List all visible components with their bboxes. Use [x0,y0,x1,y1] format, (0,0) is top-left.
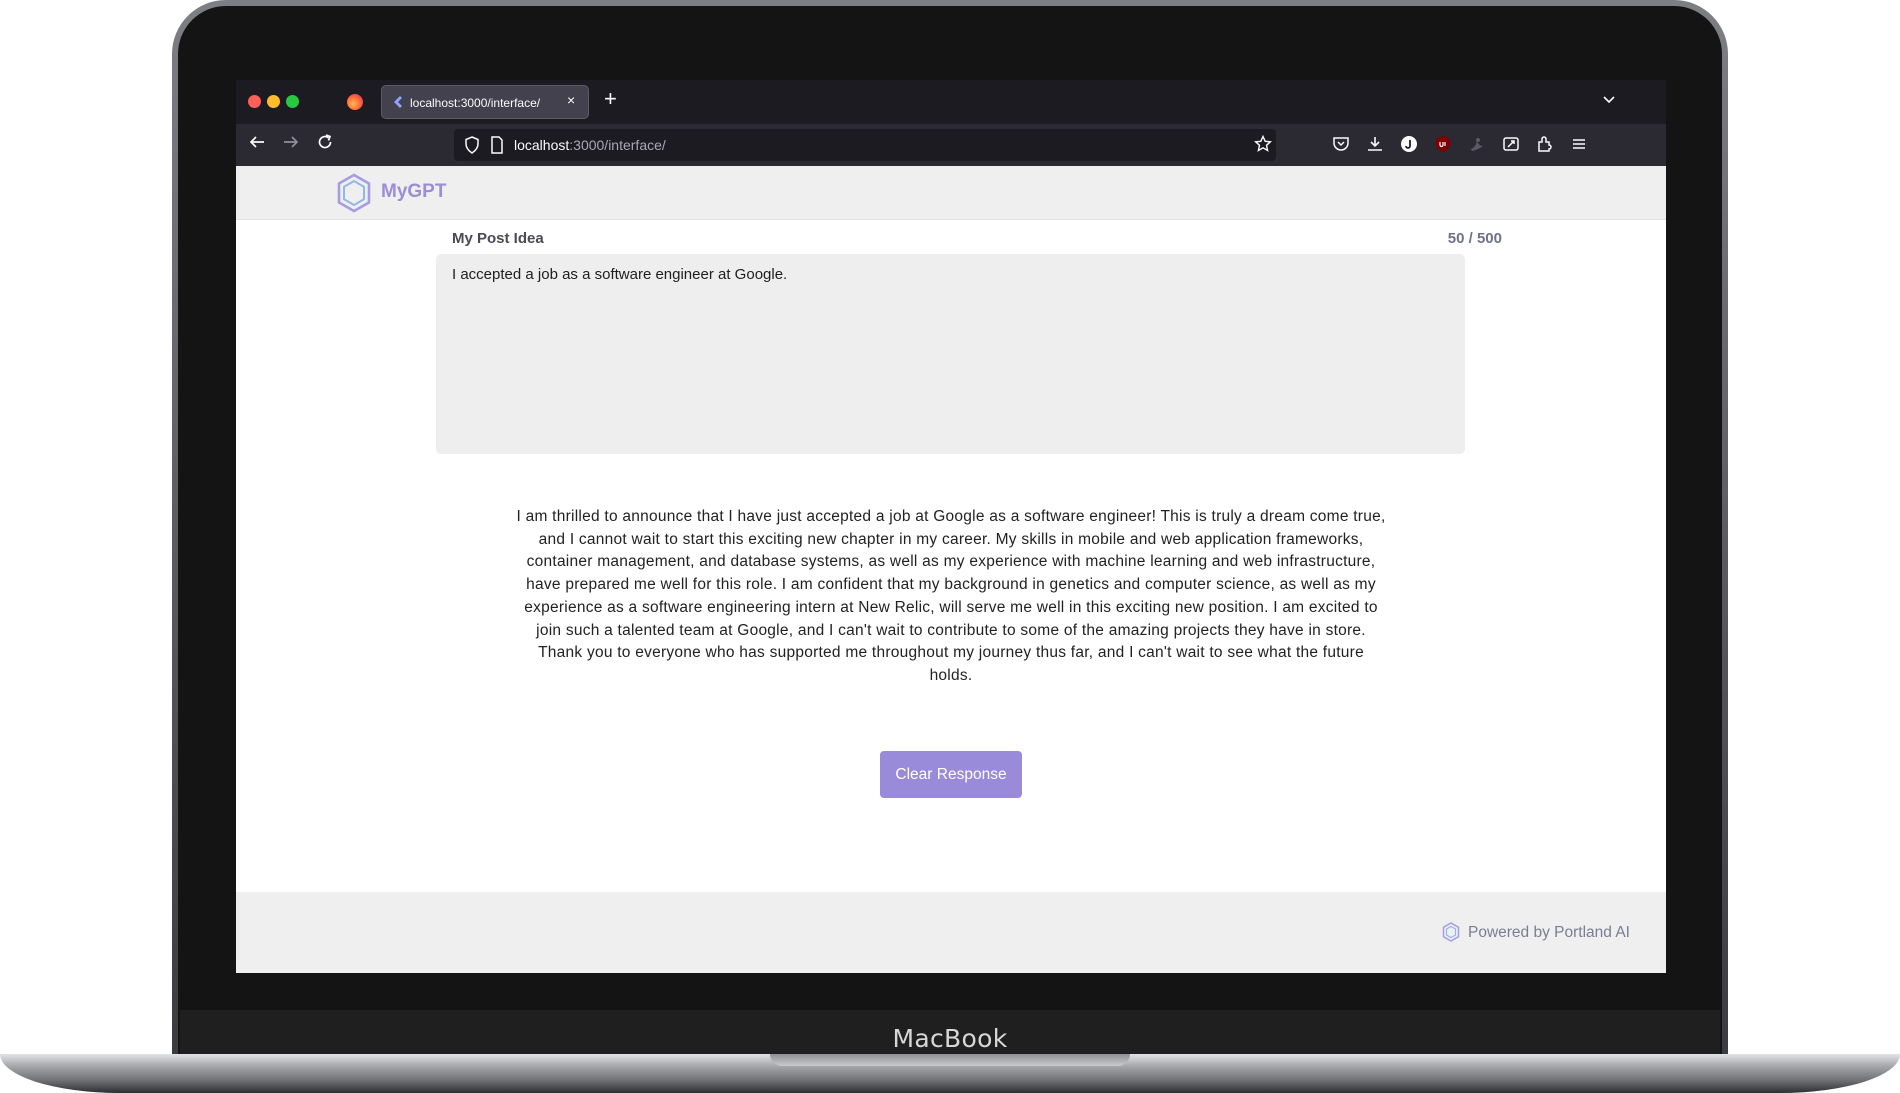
browser-tab-active[interactable]: localhost:3000/interface/ × [381,85,589,119]
download-icon[interactable] [1366,135,1384,153]
reload-icon[interactable] [316,133,334,151]
laptop-hinge-notch [770,1054,1130,1066]
window-zoom-button[interactable] [286,95,299,108]
url-bar[interactable]: localhost:3000/interface/ [454,129,1276,161]
clear-response-button[interactable]: Clear Response [880,751,1022,798]
tab-close-icon[interactable]: × [567,92,575,108]
pocket-icon[interactable] [1332,135,1350,153]
generated-response-text: I am thrilled to announce that I have ju… [516,508,1386,684]
post-idea-textarea[interactable]: I accepted a job as a software engineer … [436,254,1465,454]
hexagon-logo-icon [1442,922,1460,942]
browser-tab-bar: localhost:3000/interface/ × + [236,80,1666,124]
page-info-icon[interactable] [490,136,504,154]
menu-icon[interactable] [1570,135,1588,153]
tab-title: localhost:3000/interface/ [410,96,541,110]
forward-arrow-icon[interactable] [282,133,300,151]
extension-j-icon[interactable] [1400,135,1418,153]
app-logo-text[interactable]: MyGPT [381,181,446,203]
app-header: MyGPT [236,166,1666,220]
url-path: :3000/interface/ [569,137,666,153]
window-close-button[interactable] [248,95,261,108]
powered-by-text[interactable]: Powered by Portland AI [1468,924,1630,942]
screen: localhost:3000/interface/ × + localhost:… [236,80,1666,973]
character-count: 50 / 500 [1447,230,1502,247]
ublock-icon[interactable] [1434,135,1452,153]
post-idea-label: My Post Idea [452,230,544,247]
url-host: localhost [514,137,570,153]
device-brand-label: MacBook [892,1023,1008,1053]
app-footer: Powered by Portland AI [236,892,1666,973]
tracking-protection-shield-icon[interactable] [464,136,480,154]
browser-nav-bar: localhost:3000/interface/ [236,124,1666,166]
tab-list-chevron-icon[interactable] [1602,92,1616,106]
extension-bird-icon[interactable] [1468,135,1486,153]
window-minimize-button[interactable] [267,95,280,108]
back-arrow-icon[interactable] [248,133,266,151]
screenshot-icon[interactable] [1502,135,1520,153]
web-page: MyGPT My Post Idea 50 / 500 I accepted a… [236,166,1666,973]
bookmark-star-icon[interactable] [1254,135,1272,153]
url-text[interactable]: localhost:3000/interface/ [514,137,666,153]
extensions-icon[interactable] [1536,135,1554,153]
new-tab-icon[interactable]: + [604,86,617,112]
firefox-view-icon[interactable] [347,94,363,110]
hexagon-logo-icon[interactable] [336,173,372,213]
tab-favicon-icon [394,96,402,108]
